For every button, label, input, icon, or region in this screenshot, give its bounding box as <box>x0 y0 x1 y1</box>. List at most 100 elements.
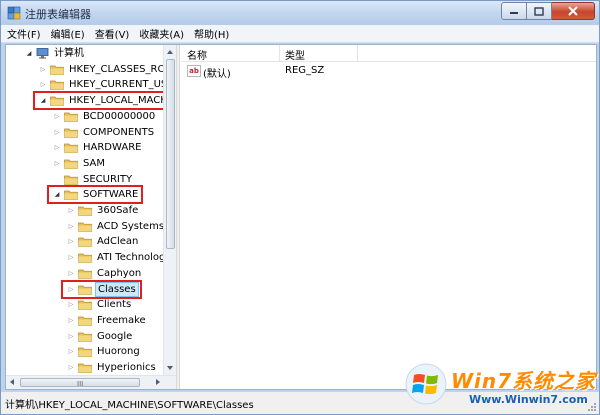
tree-node[interactable]: ▷ HARDWARE <box>52 140 143 155</box>
menu-view[interactable]: 查看(V) <box>95 26 130 41</box>
folder-icon <box>78 316 92 326</box>
tree-node[interactable]: ▷ Huorong <box>66 344 142 359</box>
maximize-button[interactable] <box>527 2 552 20</box>
close-button[interactable] <box>552 2 595 20</box>
tree-node-label: Freemake <box>97 314 146 326</box>
tree-node[interactable]: ▷ HKEY_CLASSES_ROOT <box>38 62 176 77</box>
scroll-down-arrow-icon[interactable] <box>167 366 173 370</box>
horizontal-scroll-thumb[interactable]: III <box>20 378 140 388</box>
window-title: 注册表编辑器 <box>25 8 91 21</box>
windows-logo-icon <box>405 363 447 405</box>
collapsed-arrow-icon[interactable]: ▷ <box>66 315 76 325</box>
folder-icon <box>78 363 92 373</box>
tree-node-label: HKEY_CURRENT_USER <box>69 79 176 91</box>
tree-node[interactable]: ▷ Google <box>66 329 134 344</box>
collapsed-arrow-icon[interactable]: ▷ <box>66 221 76 231</box>
status-path: 计算机\HKEY_LOCAL_MACHINE\SOFTWARE\Classes <box>5 400 254 411</box>
main-content: ◢ 计算机 ▷ HKEY_CLASSES_ROOT ▷ HKEY_CURRENT_USER… <box>5 44 597 390</box>
regedit-app-icon <box>7 6 21 20</box>
collapsed-arrow-icon[interactable]: ▷ <box>66 253 76 263</box>
collapsed-arrow-icon[interactable]: ▷ <box>52 158 62 168</box>
registry-tree: ◢ 计算机 ▷ HKEY_CLASSES_ROOT ▷ HKEY_CURRENT_USER… <box>6 45 176 389</box>
scroll-up-arrow-icon[interactable] <box>167 50 173 54</box>
tree-node[interactable]: ▷ ATI Technologie <box>66 250 176 265</box>
no-expander <box>52 174 62 184</box>
folder-icon <box>78 222 92 232</box>
menu-edit[interactable]: 编辑(E) <box>51 26 85 41</box>
tree-node[interactable]: ◢ 计算机 <box>24 46 86 61</box>
expanded-arrow-icon[interactable]: ◢ <box>24 49 34 59</box>
pane-splitter[interactable] <box>176 45 180 389</box>
scroll-right-arrow-icon[interactable] <box>156 379 160 385</box>
tree-node[interactable]: ▷ Freemake <box>66 313 148 328</box>
tree-node[interactable]: ▷ SAM <box>52 156 107 171</box>
menu-file[interactable]: 文件(F) <box>7 26 41 41</box>
tree-node[interactable]: ▷ 360Safe <box>66 203 140 218</box>
collapsed-arrow-icon[interactable]: ▷ <box>66 363 76 373</box>
registry-editor-window: 注册表编辑器 文件(F) 编辑(E) 查看(V) 收藏夹(A) 帮助(H) ◢ 计… <box>0 0 600 415</box>
folder-icon <box>64 128 78 138</box>
tree-node[interactable]: ▷ Clients <box>66 297 133 312</box>
tree-node[interactable]: ▷ BCD00000000 <box>52 109 157 124</box>
column-separator[interactable] <box>357 45 358 62</box>
annotation-highlight-box <box>33 91 171 111</box>
column-separator[interactable] <box>279 45 280 62</box>
watermark-url: Www.Winwin7.com <box>469 393 588 406</box>
folder-icon <box>64 159 78 169</box>
folder-icon <box>50 65 64 75</box>
menu-favorites[interactable]: 收藏夹(A) <box>139 26 184 41</box>
tree-node-label: 计算机 <box>54 48 84 59</box>
annotation-highlight-box <box>61 279 142 299</box>
collapsed-arrow-icon[interactable]: ▷ <box>66 347 76 357</box>
scroll-grip: III <box>77 380 84 388</box>
collapsed-arrow-icon[interactable]: ▷ <box>66 300 76 310</box>
watermark-brand: Win7系统之家 <box>451 369 597 393</box>
tree-horizontal-scrollbar[interactable]: III <box>6 375 176 389</box>
tree-node-label: HKEY_CLASSES_ROOT <box>69 63 176 75</box>
value-name: (默认) <box>203 69 231 80</box>
tree-vertical-scrollbar[interactable] <box>163 45 176 375</box>
tree-node[interactable]: ▷ AdClean <box>66 234 140 249</box>
column-header-name[interactable]: 名称 <box>187 47 207 62</box>
annotation-highlight-box <box>47 185 143 205</box>
list-item[interactable]: ab (默认) REG_SZ <box>181 63 596 80</box>
tree-node[interactable]: ▷ Hyperionics <box>66 360 158 375</box>
close-icon <box>568 6 578 16</box>
list-header: 名称 类型 <box>181 45 596 62</box>
menu-help[interactable]: 帮助(H) <box>194 26 229 41</box>
folder-icon <box>78 238 92 248</box>
tree-node[interactable]: ▷ COMPONENTS <box>52 125 156 140</box>
collapsed-arrow-icon[interactable]: ▷ <box>38 64 48 74</box>
window-controls <box>501 2 595 20</box>
folder-icon <box>78 269 92 279</box>
tree-node-label: BCD00000000 <box>83 110 156 122</box>
tree-node-label: Hyperionics <box>97 362 156 373</box>
column-header-type[interactable]: 类型 <box>285 47 305 62</box>
minimize-button[interactable] <box>501 2 527 20</box>
computer-icon <box>36 48 49 59</box>
tree-node-label: 360Safe <box>97 205 139 216</box>
collapsed-arrow-icon[interactable]: ▷ <box>66 206 76 216</box>
resize-grip-icon[interactable] <box>587 402 597 412</box>
collapsed-arrow-icon[interactable]: ▷ <box>38 80 48 90</box>
folder-icon <box>78 347 92 358</box>
max-icon <box>534 6 544 16</box>
collapsed-arrow-icon[interactable]: ▷ <box>52 127 62 137</box>
vertical-scroll-thumb[interactable] <box>166 59 175 249</box>
collapsed-arrow-icon[interactable]: ▷ <box>66 237 76 247</box>
tree-node-label: Google <box>97 330 133 342</box>
title-bar[interactable]: 注册表编辑器 <box>1 1 599 25</box>
tree-node-label: Huorong <box>97 346 140 358</box>
values-list: 名称 类型 ab (默认) REG_SZ <box>181 45 596 389</box>
tree-node-label: SECURITY <box>83 173 133 185</box>
collapsed-arrow-icon[interactable]: ▷ <box>52 143 62 153</box>
folder-icon <box>64 143 78 154</box>
collapsed-arrow-icon[interactable]: ▷ <box>66 331 76 341</box>
collapsed-arrow-icon[interactable]: ▷ <box>66 268 76 278</box>
collapsed-arrow-icon[interactable]: ▷ <box>52 111 62 121</box>
tree-node[interactable]: ▷ ACD Systems <box>66 219 166 234</box>
menu-bar: 文件(F) 编辑(E) 查看(V) 收藏夹(A) 帮助(H) <box>1 25 599 43</box>
folder-icon <box>78 300 92 311</box>
scroll-left-arrow-icon[interactable] <box>10 379 14 385</box>
tree-node-label: COMPONENTS <box>83 126 155 138</box>
